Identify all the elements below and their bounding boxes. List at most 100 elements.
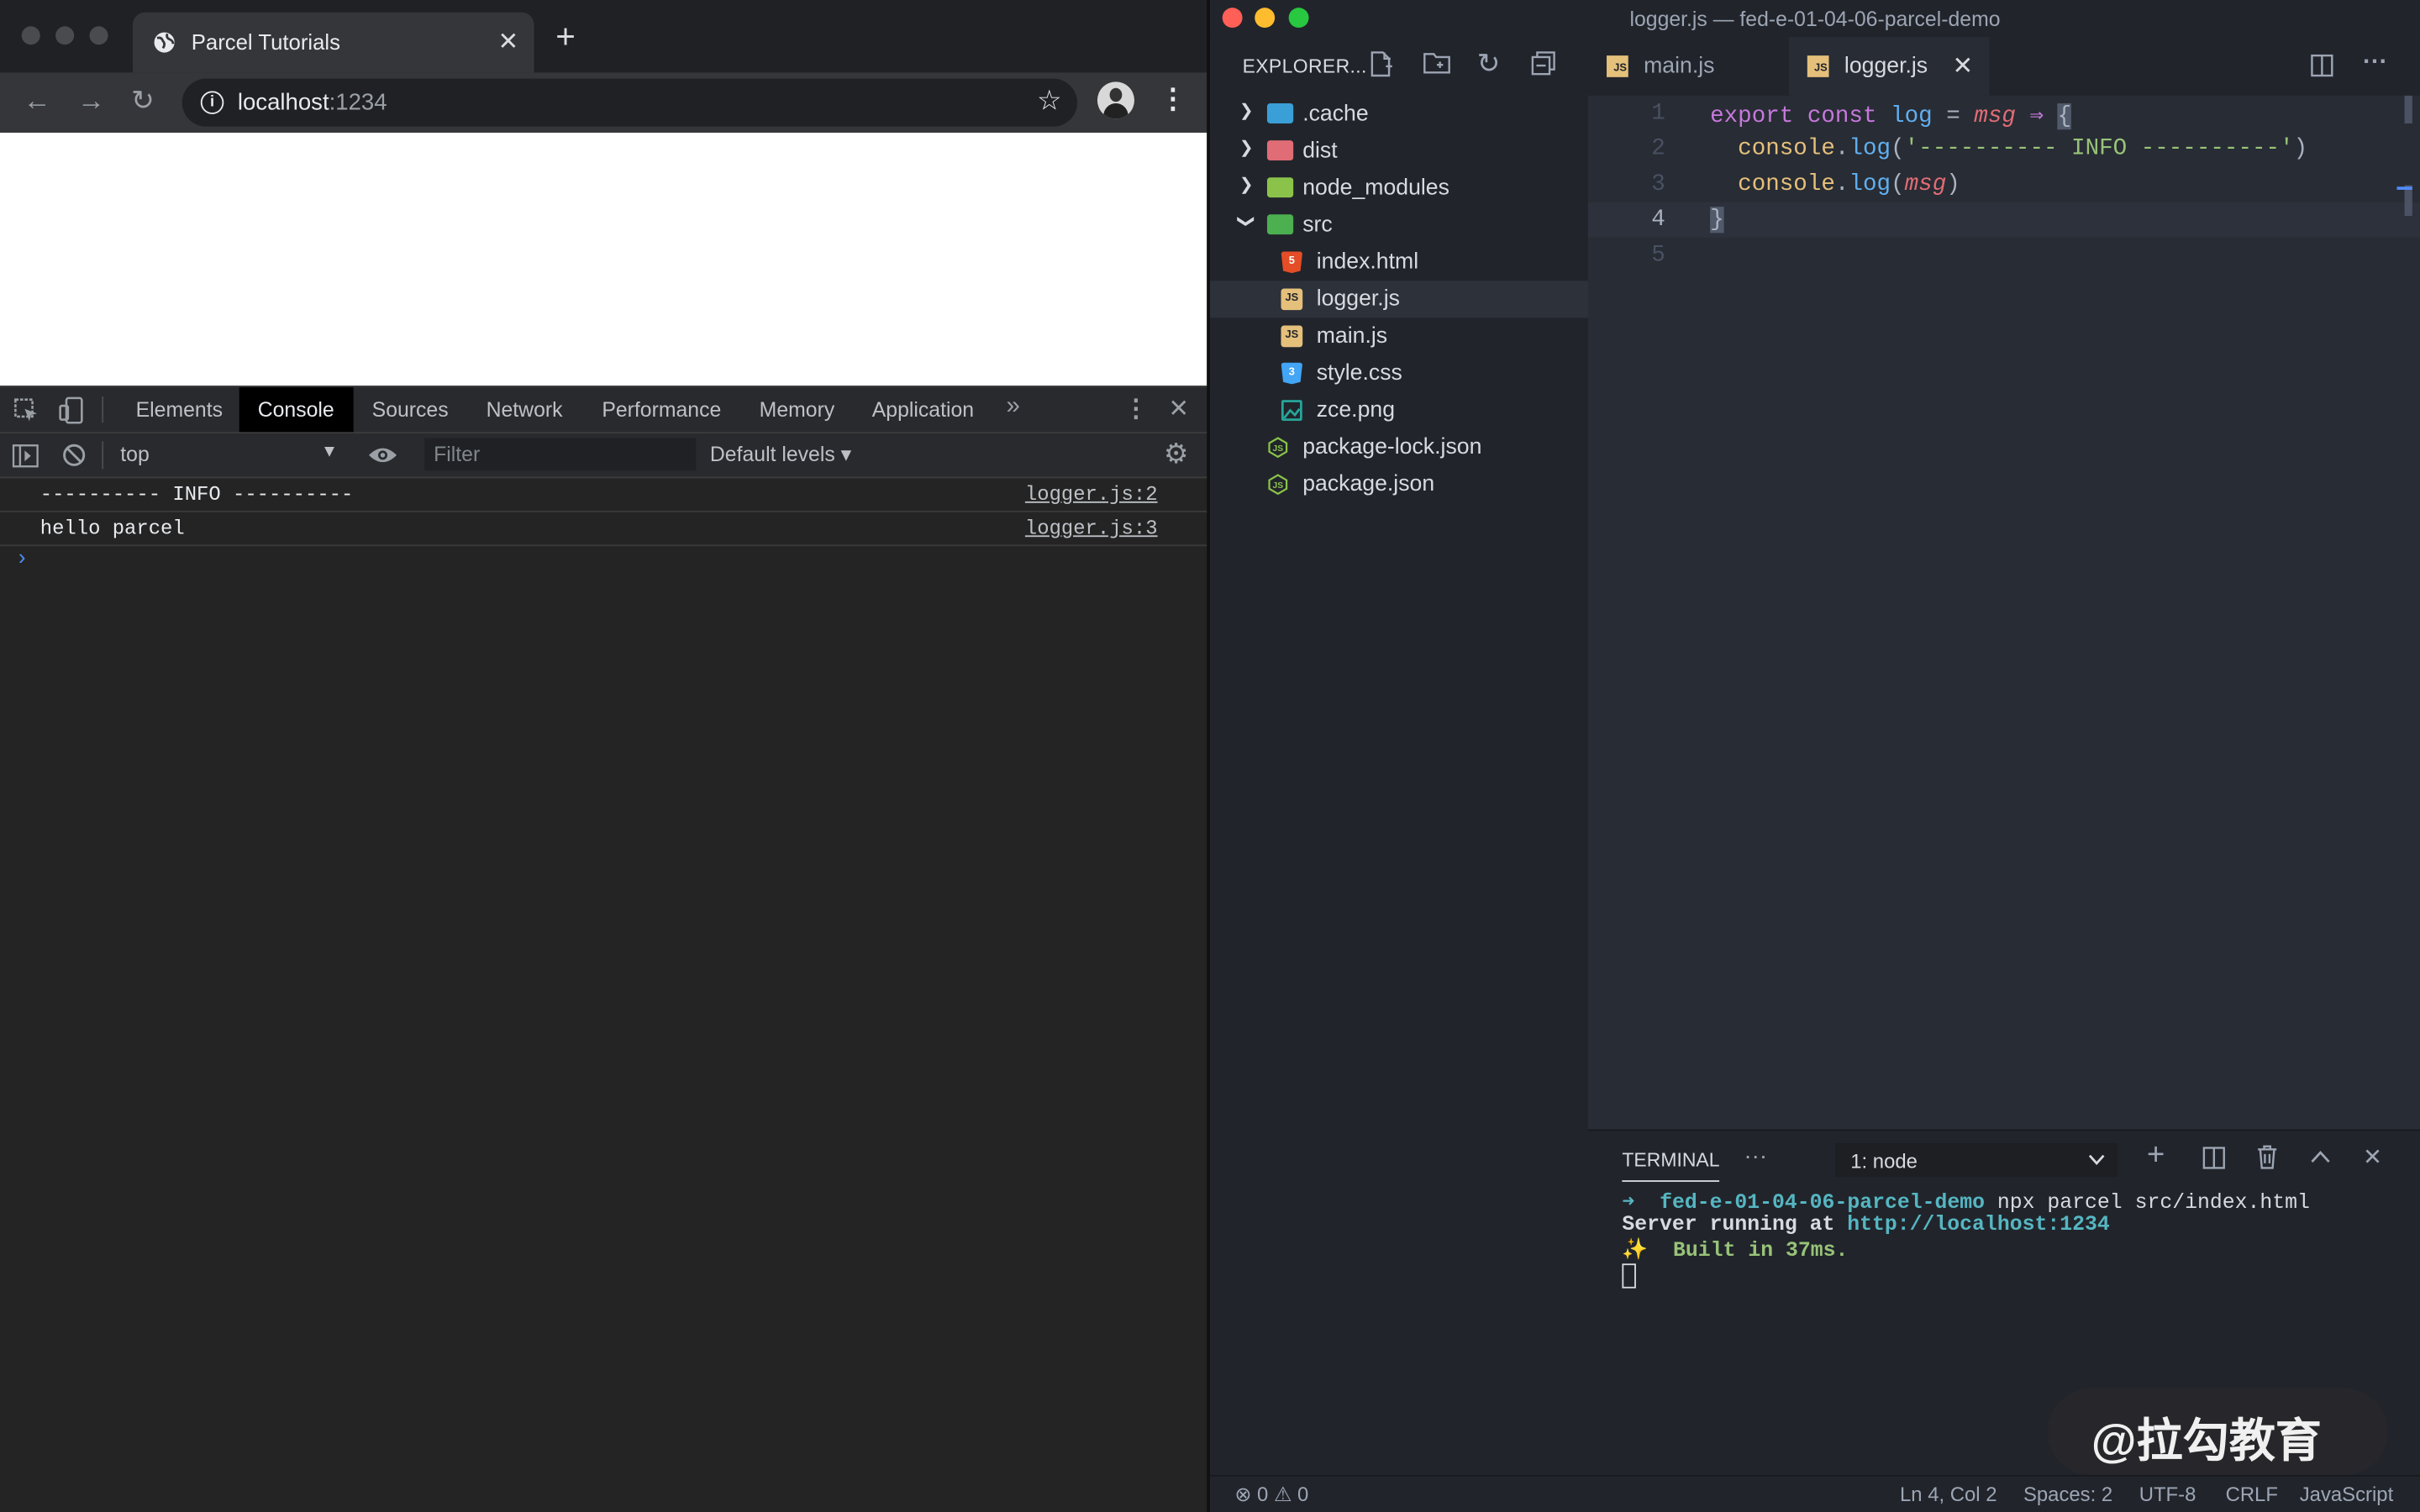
address-bar[interactable]: i localhost:1234 ☆ — [182, 78, 1078, 127]
tree-folder-cache[interactable]: ❯ .cache — [1210, 96, 1588, 133]
tree-item-label: src — [1302, 213, 1333, 238]
tab-elements[interactable]: Elements — [118, 387, 241, 432]
tab-application[interactable]: Application — [854, 387, 992, 432]
maximize-window-button[interactable] — [1288, 8, 1309, 29]
line-number: 2 — [1651, 135, 1665, 162]
close-panel-icon[interactable]: ✕ — [2363, 1143, 2382, 1171]
back-icon[interactable]: ← — [24, 85, 51, 118]
live-expression-eye-icon[interactable] — [367, 446, 398, 465]
tree-file-style-css[interactable]: 3 style.css — [1210, 354, 1588, 391]
terminal-tab[interactable]: TERMINAL — [1622, 1149, 1720, 1182]
chevron-down-icon: ❯ — [1236, 214, 1255, 229]
editor-tabbar: JS main.js JS logger.js ✕ ··· — [1588, 37, 2420, 96]
eol-status[interactable]: CRLF — [2226, 1483, 2278, 1506]
language-mode[interactable]: JavaScript — [2300, 1483, 2393, 1506]
minimize-window-dot[interactable] — [55, 26, 75, 45]
tree-file-package-lock-json[interactable]: JS package-lock.json — [1210, 429, 1588, 466]
new-file-icon[interactable] — [1369, 51, 1393, 77]
close-tab-icon[interactable]: ✕ — [498, 26, 519, 57]
context-selector[interactable]: top — [120, 443, 149, 466]
url-port: :1234 — [329, 89, 387, 116]
tab-console[interactable]: Console — [239, 387, 353, 433]
tab-performance[interactable]: Performance — [583, 387, 739, 432]
clear-console-icon[interactable] — [61, 443, 86, 467]
tab-sources[interactable]: Sources — [354, 387, 467, 432]
new-terminal-icon[interactable]: + — [2147, 1139, 2165, 1174]
maximize-panel-icon[interactable] — [2311, 1149, 2331, 1163]
profile-avatar[interactable] — [1097, 81, 1135, 119]
problems-indicator[interactable]: ⊗ 0 ⚠ 0 — [1234, 1483, 1308, 1507]
minimize-window-button[interactable] — [1255, 8, 1276, 29]
devtools-panel: Elements Console Sources Network Perform… — [0, 386, 1207, 1512]
cursor-position[interactable]: Ln 4, Col 2 — [1900, 1483, 1996, 1506]
filter-input[interactable]: Filter — [424, 438, 697, 471]
code-line: 1 export const log = msg ⇒ { — [1588, 96, 2420, 131]
more-tabs-icon[interactable]: » — [1007, 393, 1020, 421]
device-toolbar-icon[interactable] — [59, 396, 83, 424]
watermark-logo: @拉勾教育 — [2048, 1389, 2388, 1475]
trash-icon[interactable] — [2256, 1145, 2278, 1169]
log-levels-dropdown[interactable]: Default levels ▾ — [710, 443, 851, 467]
tab-memory[interactable]: Memory — [741, 387, 854, 432]
code-line: 5 — [1588, 238, 2420, 273]
bookmark-star-icon[interactable]: ☆ — [1037, 85, 1062, 118]
split-terminal-icon[interactable] — [2202, 1147, 2226, 1170]
console-source-link[interactable]: logger.js:3 — [1025, 517, 1158, 540]
tree-item-label: node_modules — [1302, 176, 1449, 201]
close-tab-icon[interactable]: ✕ — [1952, 51, 1973, 82]
html-file-icon: 5 — [1281, 251, 1303, 274]
tab-network[interactable]: Network — [468, 387, 581, 432]
globe-icon — [154, 32, 175, 53]
svg-text:JS: JS — [1273, 444, 1284, 454]
inspect-element-icon[interactable] — [14, 398, 39, 423]
tree-file-zce-png[interactable]: zce.png — [1210, 392, 1588, 429]
refresh-explorer-icon[interactable]: ↻ — [1477, 48, 1501, 81]
tree-file-main-js[interactable]: JS main.js — [1210, 318, 1588, 354]
code-text: } — [1710, 207, 1724, 234]
devtools-tabbar: Elements Console Sources Network Perform… — [0, 387, 1207, 434]
editor-scrollbar[interactable] — [2404, 95, 2412, 123]
encoding-status[interactable]: UTF-8 — [2139, 1483, 2196, 1506]
tree-file-package-json[interactable]: JS package.json — [1210, 466, 1588, 503]
new-tab-button[interactable]: + — [555, 19, 576, 54]
tree-item-label: package-lock.json — [1302, 434, 1482, 460]
editor-tab-main-js[interactable]: JS main.js — [1588, 37, 1789, 96]
site-info-icon[interactable]: i — [200, 91, 224, 114]
tab-title: Parcel Tutorials — [191, 29, 340, 55]
forward-icon[interactable]: → — [77, 85, 105, 118]
tree-folder-node-modules[interactable]: ❯ node_modules — [1210, 170, 1588, 207]
editor-tab-logger-js[interactable]: JS logger.js ✕ — [1788, 37, 1990, 96]
browser-tab[interactable]: Parcel Tutorials ✕ — [132, 12, 534, 73]
tree-file-logger-js[interactable]: JS logger.js — [1210, 281, 1589, 318]
close-window-dot[interactable] — [21, 26, 40, 45]
line-number: 5 — [1651, 242, 1665, 269]
panel-more-icon[interactable]: ··· — [1744, 1143, 1768, 1169]
indentation-status[interactable]: Spaces: 2 — [2023, 1483, 2112, 1506]
tree-item-label: logger.js — [1316, 286, 1400, 312]
show-sidebar-icon[interactable] — [12, 444, 39, 468]
console-prompt[interactable]: › — [15, 548, 28, 572]
tree-item-label: package.json — [1302, 472, 1435, 497]
tree-folder-dist[interactable]: ❯ dist — [1210, 133, 1588, 170]
zoom-window-dot[interactable] — [89, 26, 108, 45]
console-settings-gear-icon[interactable]: ⚙ — [1164, 438, 1189, 471]
collapse-folders-icon[interactable] — [1531, 51, 1555, 76]
terminal-select[interactable]: 1: node — [1834, 1143, 2118, 1178]
window-title: logger.js — fed-e-01-04-06-parcel-demo — [1629, 8, 2001, 31]
tree-folder-src[interactable]: ❯ src — [1210, 207, 1588, 244]
browser-menu-icon[interactable]: ⋮ — [1159, 83, 1186, 116]
more-actions-icon[interactable]: ··· — [2363, 50, 2387, 77]
devtools-menu-icon[interactable]: ⋮ — [1123, 393, 1148, 424]
console-log-row: ---------- INFO ---------- logger.js:2 — [0, 478, 1207, 512]
close-devtools-icon[interactable]: ✕ — [1168, 393, 1189, 424]
close-window-button[interactable] — [1222, 8, 1243, 29]
split-editor-icon[interactable] — [2311, 54, 2334, 77]
console-source-link[interactable]: logger.js:2 — [1025, 483, 1158, 507]
reload-icon[interactable]: ↻ — [131, 85, 155, 118]
tree-file-index-html[interactable]: 5 index.html — [1210, 244, 1588, 281]
console-message: hello parcel — [39, 517, 185, 540]
new-folder-icon[interactable] — [1423, 51, 1450, 75]
explorer-sidebar: EXPLORER... ↻ ❯ .cache ❯ dist ❯ node_mod… — [1210, 37, 1589, 1475]
line-number: 1 — [1651, 100, 1665, 127]
console-log-row: hello parcel logger.js:3 — [0, 512, 1207, 547]
